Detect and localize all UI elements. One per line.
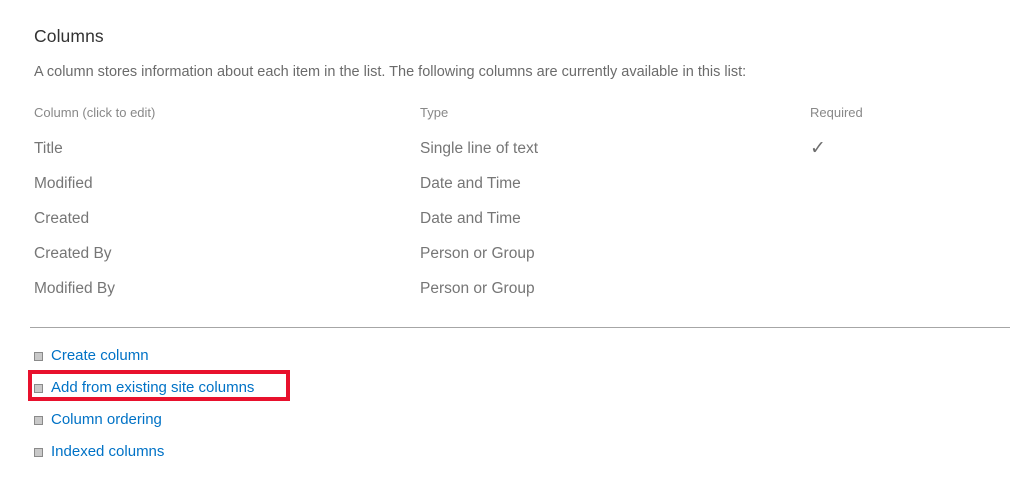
header-column-type: Type xyxy=(420,105,449,120)
header-column-required: Required xyxy=(810,105,863,120)
link-create-column[interactable]: Create column xyxy=(51,346,149,366)
bullet-square-icon xyxy=(34,383,43,393)
table-row: Modified By Person or Group xyxy=(34,278,994,313)
list-item[interactable]: Add from existing site columns xyxy=(34,372,454,404)
column-name-cell[interactable]: Modified xyxy=(34,173,420,208)
link-add-from-existing-site-columns[interactable]: Add from existing site columns xyxy=(51,378,254,398)
column-type-cell: Person or Group xyxy=(420,245,535,262)
section-divider xyxy=(30,327,1010,328)
columns-table-header: Column (click to edit) Type Required xyxy=(34,104,994,138)
column-required-cell xyxy=(810,208,994,243)
page-title: Columns xyxy=(34,26,104,46)
column-required-cell xyxy=(810,278,994,313)
column-type-cell: Date and Time xyxy=(420,210,521,227)
check-icon: ✓ xyxy=(810,137,826,159)
link-column-ordering[interactable]: Column ordering xyxy=(51,410,162,430)
link-indexed-columns[interactable]: Indexed columns xyxy=(51,442,164,462)
column-type-cell: Single line of text xyxy=(420,140,539,157)
column-name-cell[interactable]: Created xyxy=(34,208,420,243)
bullet-square-icon xyxy=(34,447,43,457)
table-row: Title Single line of text ✓ xyxy=(34,138,994,173)
bullet-square-icon xyxy=(34,351,43,361)
column-name-cell[interactable]: Modified By xyxy=(34,278,420,313)
column-name-cell[interactable]: Title xyxy=(34,138,420,173)
list-item[interactable]: Column ordering xyxy=(34,404,454,436)
list-item[interactable]: Create column xyxy=(34,340,454,372)
column-name-cell[interactable]: Created By xyxy=(34,243,420,278)
table-header-row: Column (click to edit) Type Required xyxy=(34,104,994,138)
header-column-name: Column (click to edit) xyxy=(34,105,156,120)
columns-table-body: Title Single line of text ✓ Modified Dat… xyxy=(34,138,994,313)
column-required-cell xyxy=(810,243,994,278)
table-row: Modified Date and Time xyxy=(34,173,994,208)
column-actions-list: Create column Add from existing site col… xyxy=(34,340,454,468)
column-required-cell: ✓ xyxy=(810,138,994,173)
bullet-square-icon xyxy=(34,415,43,425)
table-row: Created By Person or Group xyxy=(34,243,994,278)
columns-table: Column (click to edit) Type Required Tit… xyxy=(34,104,994,313)
table-row: Created Date and Time xyxy=(34,208,994,243)
column-required-cell xyxy=(810,173,994,208)
column-type-cell: Person or Group xyxy=(420,280,535,297)
section-description: A column stores information about each i… xyxy=(34,64,747,80)
column-type-cell: Date and Time xyxy=(420,175,521,192)
list-item[interactable]: Indexed columns xyxy=(34,436,454,468)
columns-settings-page: Columns A column stores information abou… xyxy=(0,0,1023,502)
